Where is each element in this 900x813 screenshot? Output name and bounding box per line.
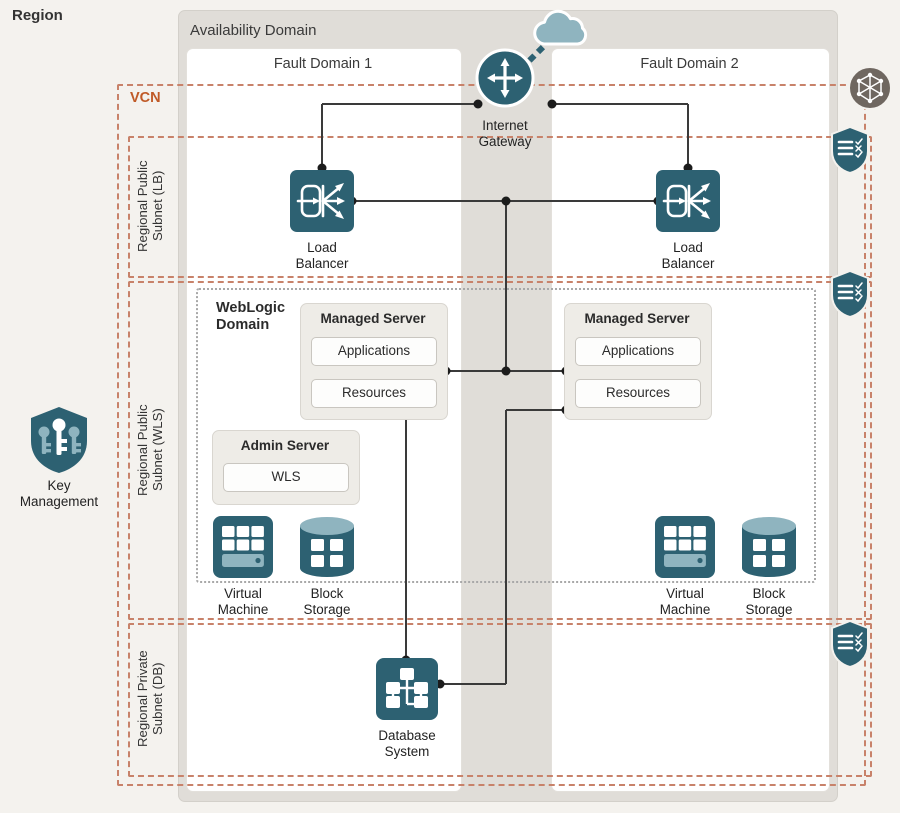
- fault-domain-1-title: Fault Domain 1: [273, 56, 373, 72]
- managed-server-2-resources[interactable]: Resources: [575, 379, 701, 408]
- internet-gateway-label: Internet Gateway: [478, 118, 532, 149]
- managed-server-1-title: Managed Server: [320, 311, 426, 326]
- security-list-lb[interactable]: [830, 125, 870, 179]
- database-system-icon[interactable]: [376, 658, 438, 720]
- managed-server-1-applications[interactable]: Applications: [311, 337, 437, 366]
- block-storage-1[interactable]: Block Storage: [298, 516, 356, 617]
- fault-domain-2-title: Fault Domain 2: [640, 56, 739, 72]
- managed-server-2-applications[interactable]: Applications: [575, 337, 701, 366]
- security-list-wls[interactable]: [830, 269, 870, 323]
- key-management-label: Key Management: [19, 478, 99, 509]
- virtual-machine-1-label: Virtual Machine: [217, 586, 269, 617]
- key-management-icon[interactable]: [28, 405, 90, 475]
- virtual-machine-icon[interactable]: [213, 516, 273, 578]
- region-label: Region: [12, 7, 63, 24]
- block-storage-2-label: Block Storage: [745, 586, 793, 617]
- load-balancer-icon[interactable]: [656, 170, 720, 232]
- virtual-machine-1[interactable]: Virtual Machine: [213, 516, 273, 617]
- managed-server-2-title: Managed Server: [584, 311, 690, 326]
- route-table[interactable]: [848, 66, 892, 115]
- internet-gateway[interactable]: Internet Gateway: [473, 46, 537, 149]
- subnet-db-label: Regional Private Subnet (DB): [135, 650, 165, 748]
- block-storage-2[interactable]: Block Storage: [740, 516, 798, 617]
- architecture-diagram: Region Availability Domain Fault Domain …: [0, 0, 900, 813]
- subnet-lb-label: Regional Public Subnet (LB): [135, 160, 165, 252]
- block-storage-1-label: Block Storage: [303, 586, 351, 617]
- load-balancer-icon[interactable]: [290, 170, 354, 232]
- vcn-label: VCN: [130, 90, 161, 106]
- load-balancer-2-label: Load Balancer: [661, 240, 715, 271]
- security-list-icon[interactable]: [830, 269, 870, 319]
- load-balancer-2[interactable]: Load Balancer: [656, 170, 720, 271]
- security-list-icon[interactable]: [830, 619, 870, 669]
- managed-server-1-resources[interactable]: Resources: [311, 379, 437, 408]
- weblogic-domain-label: WebLogic Domain: [216, 300, 286, 333]
- load-balancer-1[interactable]: Load Balancer: [290, 170, 354, 271]
- key-management[interactable]: Key Management: [19, 405, 99, 509]
- security-list-db[interactable]: [830, 619, 870, 673]
- virtual-machine-icon[interactable]: [655, 516, 715, 578]
- virtual-machine-2-label: Virtual Machine: [659, 586, 711, 617]
- security-list-icon[interactable]: [830, 125, 870, 175]
- admin-server-title: Admin Server: [240, 438, 330, 453]
- subnet-db-boundary: [128, 623, 872, 777]
- block-storage-icon[interactable]: [740, 516, 798, 578]
- database-system-label: Database System: [378, 728, 436, 759]
- cloud-icon-wrap: [528, 8, 594, 53]
- database-system[interactable]: Database System: [376, 658, 438, 759]
- cloud-icon: [533, 9, 588, 46]
- internet-gateway-icon[interactable]: [473, 46, 537, 110]
- admin-server-wls[interactable]: WLS: [223, 463, 349, 492]
- virtual-machine-2[interactable]: Virtual Machine: [655, 516, 715, 617]
- availability-domain-label: Availability Domain: [190, 22, 317, 39]
- load-balancer-1-label: Load Balancer: [295, 240, 349, 271]
- subnet-wls-label: Regional Public Subnet (WLS): [135, 404, 165, 496]
- block-storage-icon[interactable]: [298, 516, 356, 578]
- route-table-icon[interactable]: [848, 66, 892, 110]
- subnet-lb-boundary: [128, 136, 872, 278]
